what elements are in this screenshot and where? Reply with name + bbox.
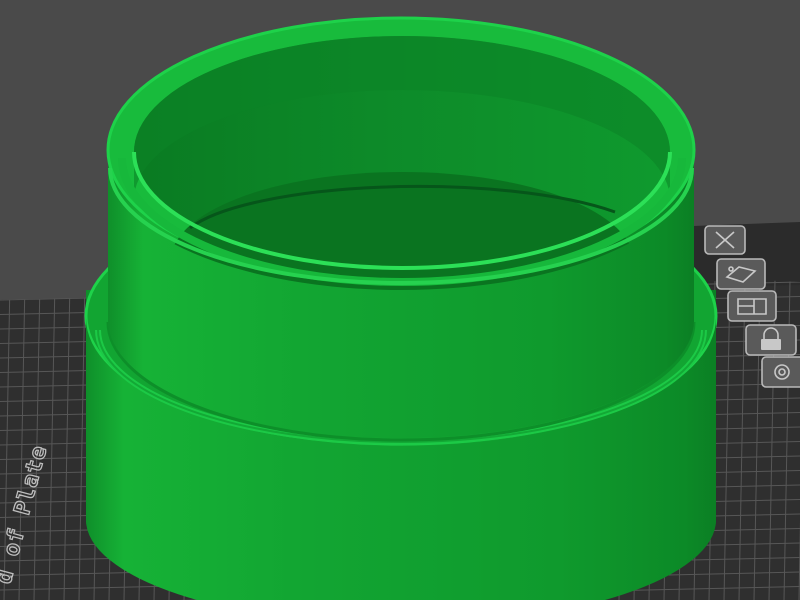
arrange-button[interactable] [716, 258, 766, 290]
layout-button[interactable] [727, 290, 777, 322]
lock-button[interactable] [745, 324, 797, 356]
settings-button[interactable] [761, 356, 800, 388]
delete-button[interactable] [704, 225, 746, 255]
3d-viewport[interactable]: d of Plate [0, 0, 800, 600]
scene-canvas[interactable]: d of Plate [0, 0, 800, 600]
3d-model-ring[interactable] [84, 16, 718, 600]
